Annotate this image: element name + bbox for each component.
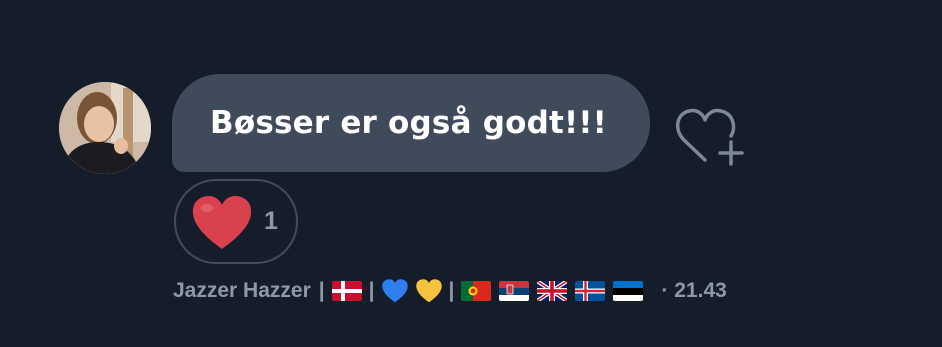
reaction-count: 1 <box>264 207 278 235</box>
blue-heart-icon <box>381 279 408 303</box>
reaction-pill-heart[interactable]: 1 <box>174 179 298 264</box>
flag-estonia-icon <box>613 281 644 301</box>
message-meta: Jazzer Hazzer | | | · 21.43 <box>173 276 727 306</box>
avatar-photo <box>59 82 151 174</box>
flag-united-kingdom-icon <box>537 281 568 301</box>
avatar[interactable] <box>59 82 151 174</box>
flag-iceland-icon <box>575 281 606 301</box>
flag-denmark-icon <box>331 281 362 301</box>
sender-name[interactable]: Jazzer Hazzer <box>173 279 311 303</box>
separator: | <box>368 279 375 302</box>
yellow-heart-icon <box>415 279 442 303</box>
red-heart-emoji-icon <box>192 196 252 249</box>
heart-plus-icon <box>676 108 744 166</box>
message-timestamp: · 21.43 <box>661 279 727 302</box>
chat-message-view: Bøsser er også godt!!! 1 Jazzer Hazzer |… <box>0 0 942 347</box>
message-bubble[interactable]: Bøsser er også godt!!! <box>172 74 650 172</box>
flag-serbia-icon <box>499 281 530 301</box>
add-reaction-button[interactable] <box>672 102 748 168</box>
message-text: Bøsser er også godt!!! <box>210 105 608 141</box>
separator: | <box>448 279 455 302</box>
separator: | <box>318 279 325 302</box>
flag-portugal-icon <box>461 281 492 301</box>
